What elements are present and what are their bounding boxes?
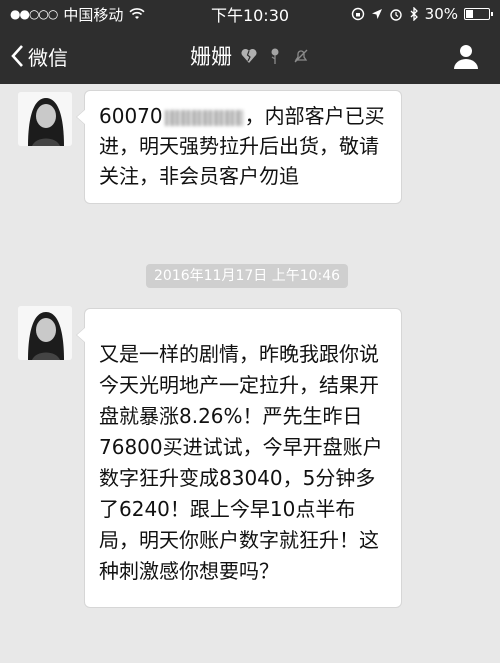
back-chevron-icon [11,45,23,67]
battery-fill [466,10,473,18]
battery-icon [464,8,493,20]
carrier-name: 中国移动 [63,5,124,24]
message-bubble[interactable]: 60070 ，内部客户已买进，明天强势拉升后出货，敬请关注，非会员客户勿追 [76,90,402,204]
nav-bar: 微信 姗姗 [0,28,500,84]
avatar[interactable] [18,92,72,146]
message-timestamp: 2016年11月17日 上午10:46 [146,264,349,288]
bluetooth-icon [410,7,418,21]
mute-icon [294,49,308,63]
status-bar: ●●○○○ 中国移动 下午10:30 30% [0,0,500,28]
status-left: ●●○○○ 中国移动 [10,4,145,25]
redacted-stock-code [164,109,243,126]
wifi-icon [129,8,145,19]
avatar[interactable] [18,306,72,360]
message-text-start: 60070 [99,104,163,128]
back-label: 微信 [28,45,68,70]
signal-strength-icon: ●●○○○ [10,7,58,21]
back-button[interactable]: 微信 [10,28,68,84]
location-icon [371,9,382,19]
rose-icon [271,48,279,64]
chat-title: 姗姗 [190,45,232,69]
broken-heart-icon [241,48,257,63]
message-bubble[interactable]: 又是一样的剧情，昨晚我跟你说今天光明地产一定拉升，结果开盘就暴涨8.26%！严先… [76,308,402,608]
chat-title-group: 姗姗 [190,41,310,71]
avatar-image [18,92,72,146]
profile-icon[interactable] [452,42,480,70]
chat-area[interactable]: 60070 ，内部客户已买进，明天强势拉升后出货，敬请关注，非会员客户勿追 201… [0,84,500,663]
message-text: 又是一样的剧情，昨晚我跟你说今天光明地产一定拉升，结果开盘就暴涨8.26%！严先… [99,342,383,583]
avatar-image [18,306,72,360]
alarm-icon [389,9,402,21]
battery-percent: 30% [424,5,458,23]
status-right: 30% [351,5,493,23]
lock-rotation-icon [351,7,364,21]
